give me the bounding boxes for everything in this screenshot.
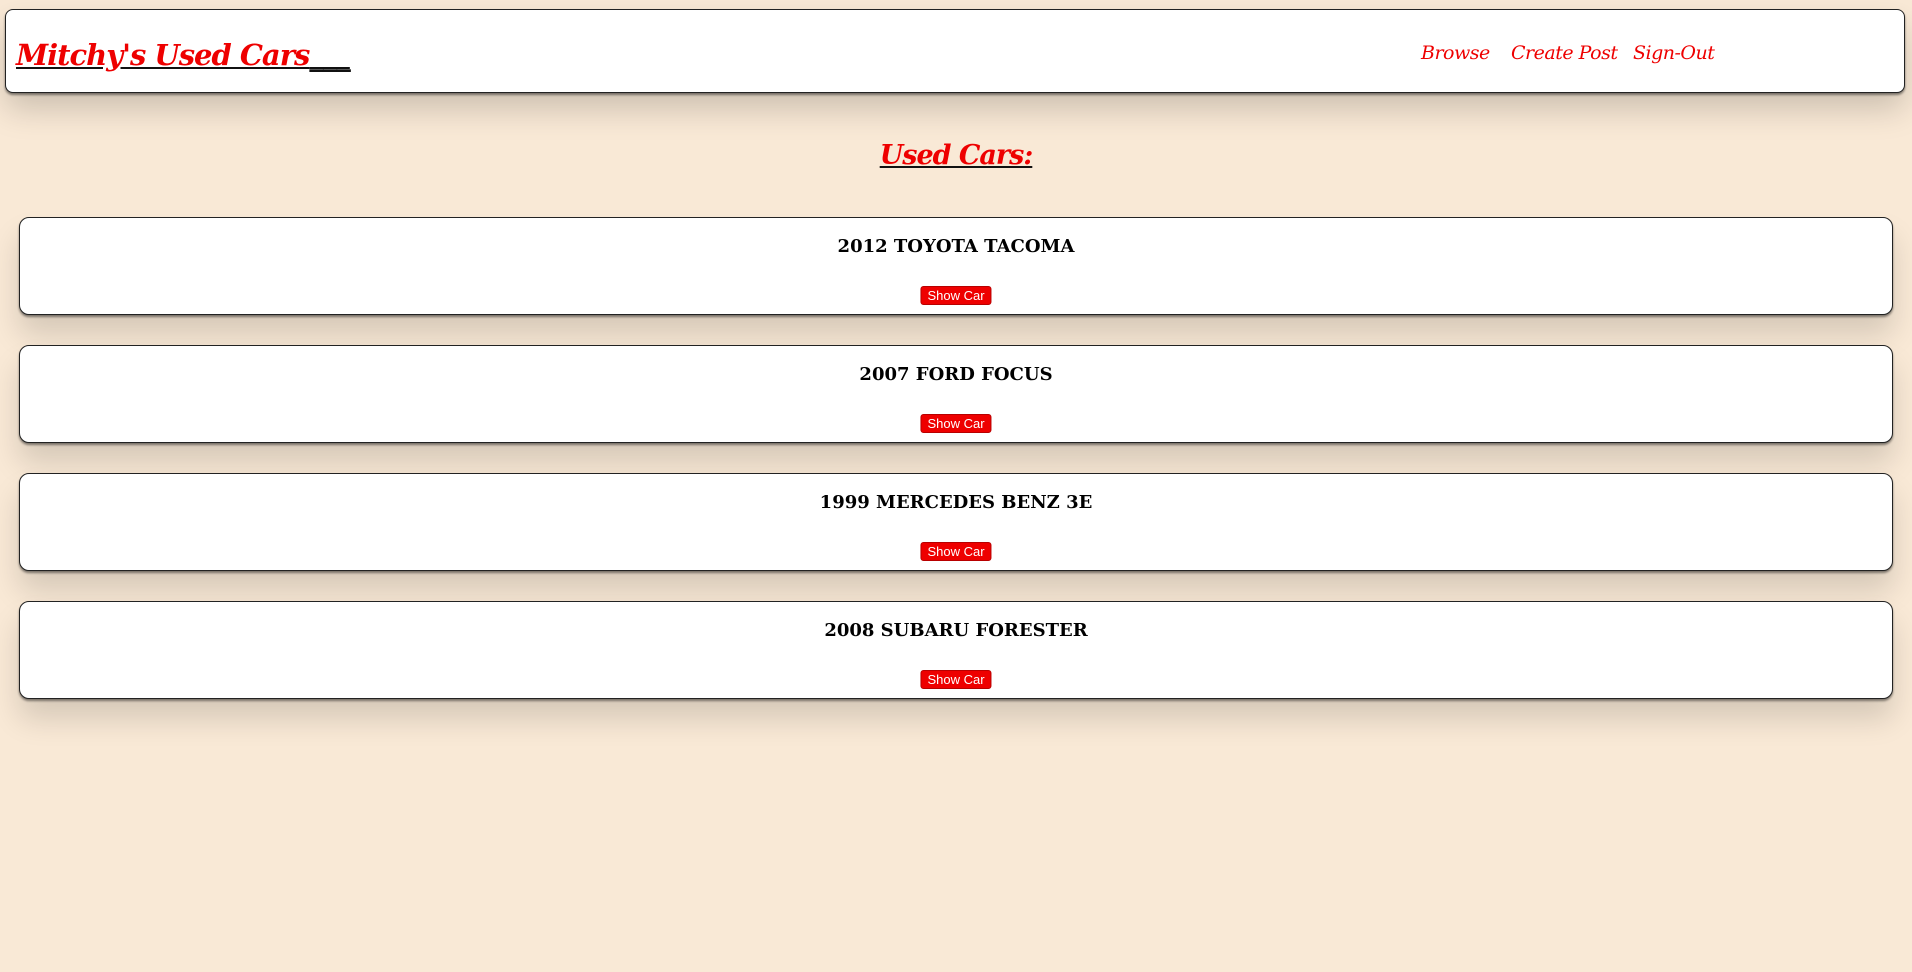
car-title: 2012 TOYOTA TACOMA	[837, 236, 1075, 257]
show-car-button[interactable]: Show Car	[920, 670, 992, 689]
show-car-button[interactable]: Show Car	[920, 414, 992, 433]
car-card: 2007 FORD FOCUS Show Car	[19, 345, 1893, 443]
car-card: 2012 TOYOTA TACOMA Show Car	[19, 217, 1893, 315]
show-car-button[interactable]: Show Car	[920, 542, 992, 561]
main-nav: Browse Create Post Sign-Out	[6, 42, 1904, 72]
nav-create-post-link[interactable]: Create Post	[1511, 42, 1618, 64]
car-title: 1999 MERCEDES BENZ 3E	[819, 492, 1093, 513]
nav-sign-out-link[interactable]: Sign-Out	[1633, 42, 1715, 64]
car-card: 2008 SUBARU FORESTER Show Car	[19, 601, 1893, 699]
car-list: 2012 TOYOTA TACOMA Show Car 2007 FORD FO…	[19, 217, 1893, 729]
car-title: 2008 SUBARU FORESTER	[824, 620, 1088, 641]
car-title: 2007 FORD FOCUS	[859, 364, 1053, 385]
site-header: Mitchy's Used Cars___ Browse Create Post…	[5, 9, 1905, 93]
nav-browse-link[interactable]: Browse	[1421, 42, 1490, 64]
page-title: Used Cars:	[879, 140, 1034, 171]
car-card: 1999 MERCEDES BENZ 3E Show Car	[19, 473, 1893, 571]
show-car-button[interactable]: Show Car	[920, 286, 992, 305]
